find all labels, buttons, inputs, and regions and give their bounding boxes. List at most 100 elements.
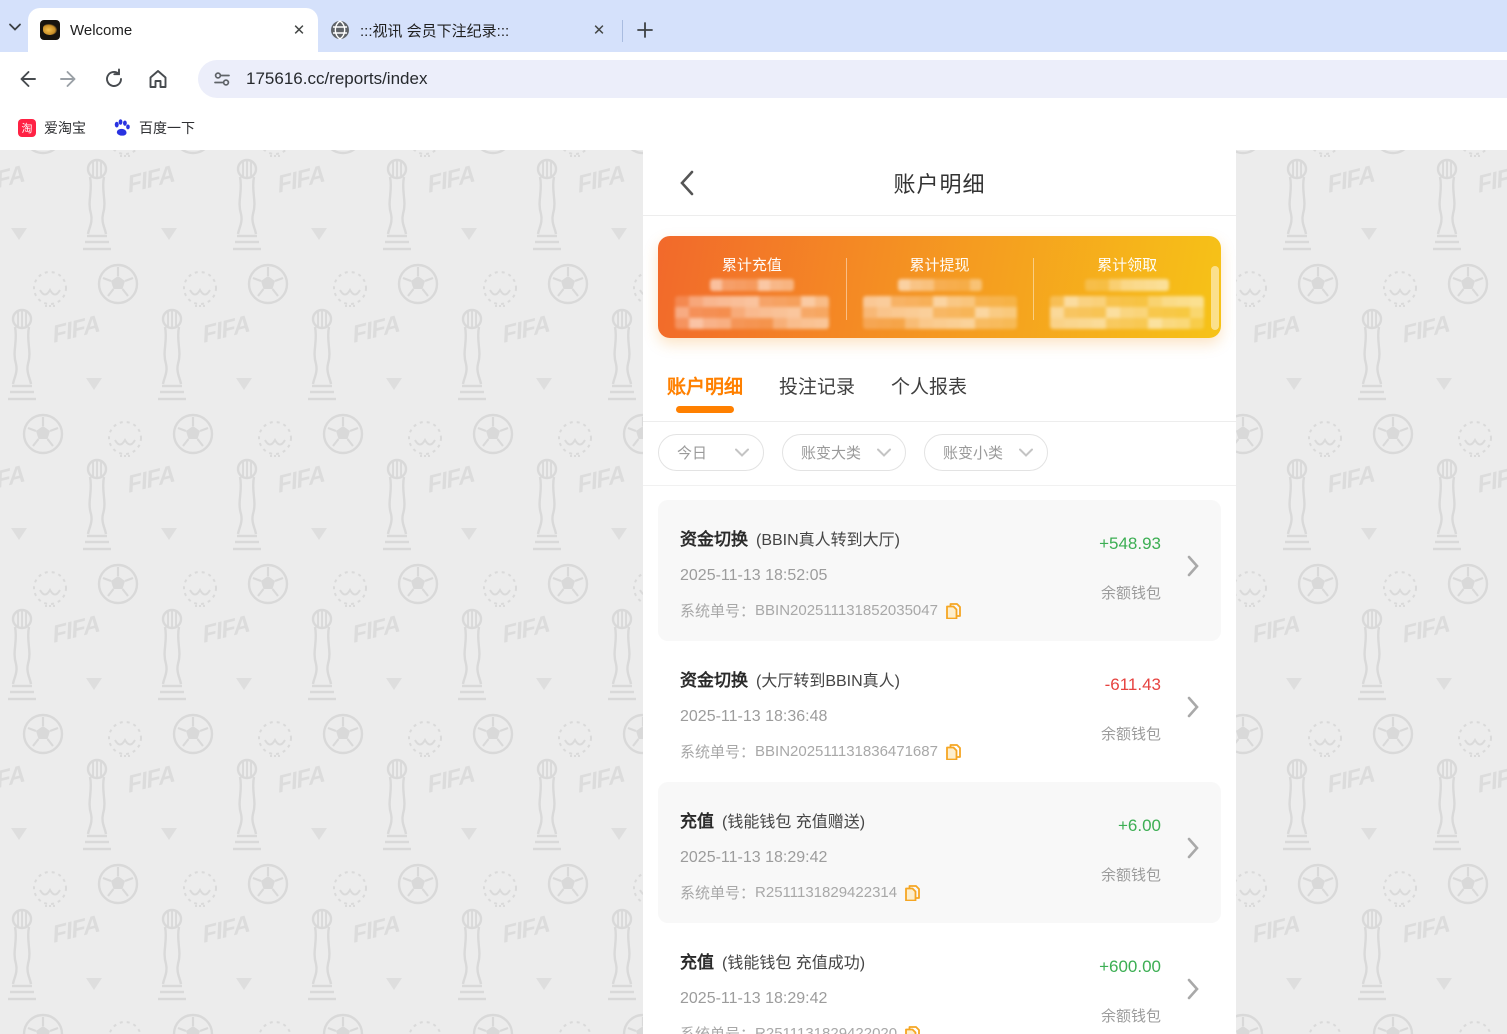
soccer-ball-icon bbox=[1447, 863, 1489, 905]
triangle-icon bbox=[1361, 828, 1377, 840]
chevron-right-icon[interactable] bbox=[1187, 978, 1199, 1000]
order-label: 系统单号： bbox=[680, 885, 756, 902]
tab-label: 个人报表 bbox=[891, 377, 968, 398]
background-pattern-tile: FIFA bbox=[0, 260, 150, 410]
transaction-amount: +6.00 bbox=[1117, 816, 1161, 835]
background-pattern-tile: FIFA bbox=[225, 1010, 375, 1034]
triangle-icon bbox=[461, 828, 477, 840]
stat-total-claimed: 累计领取 bbox=[1033, 254, 1221, 338]
censored-value bbox=[1085, 279, 1170, 291]
trophy-icon bbox=[1502, 606, 1507, 706]
soccer-ball-icon bbox=[472, 413, 514, 455]
club-world-cup-badge-icon bbox=[408, 1021, 442, 1034]
transaction-order-line: 系统单号： R2511131829422314 bbox=[680, 882, 1199, 903]
fifa-watermark: FIFA bbox=[1250, 610, 1302, 649]
copy-icon[interactable] bbox=[946, 602, 961, 619]
soccer-ball-icon bbox=[397, 263, 439, 305]
soccer-ball-icon bbox=[22, 413, 64, 455]
url-bar[interactable]: 175616.cc/reports/index bbox=[198, 59, 1507, 98]
transaction-row[interactable]: 充值 (钱能钱包 充值成功) 2025-11-13 18:29:42 系统单号：… bbox=[658, 923, 1221, 1034]
trophy-icon bbox=[1358, 908, 1386, 1001]
home-button[interactable] bbox=[140, 61, 176, 97]
bookmark-aitaobao[interactable]: 淘 爱淘宝 bbox=[10, 114, 94, 142]
bookmark-baidu[interactable]: 百度一下 bbox=[104, 114, 203, 142]
club-world-cup-badge-icon bbox=[258, 1021, 292, 1034]
back-button[interactable] bbox=[8, 61, 44, 97]
triangle-icon bbox=[461, 528, 477, 540]
tab-label: 账户明细 bbox=[667, 377, 744, 398]
transaction-row[interactable]: 资金切换 (BBIN真人转到大厅) 2025-11-13 18:52:05 系统… bbox=[658, 500, 1221, 641]
background-pattern-tile: FIFA bbox=[75, 710, 225, 860]
transaction-subtype: (钱能钱包 充值赠送) bbox=[722, 814, 866, 831]
url-text[interactable]: 175616.cc/reports/index bbox=[246, 69, 427, 89]
trophy-icon bbox=[383, 758, 411, 851]
chevron-right-icon[interactable] bbox=[1187, 696, 1199, 718]
fifa-watermark: FIFA bbox=[275, 160, 327, 199]
triangle-icon bbox=[536, 378, 552, 390]
background-pattern-tile: FIFA bbox=[375, 1010, 525, 1034]
tab-account-detail[interactable]: 账户明细 bbox=[667, 372, 743, 421]
tab-search-chevron-icon[interactable] bbox=[2, 14, 28, 40]
fifa-watermark: FIFA bbox=[1325, 760, 1377, 799]
transaction-right: +548.93 余额钱包 bbox=[1099, 534, 1161, 603]
fifa-watermark: FIFA bbox=[1475, 760, 1507, 799]
soccer-ball-icon bbox=[247, 263, 289, 305]
club-world-cup-badge-icon bbox=[1308, 1021, 1342, 1034]
fifa-watermark: FIFA bbox=[0, 760, 27, 799]
filter-major-category[interactable]: 账变大类 bbox=[782, 434, 907, 471]
tab-betting-history[interactable]: 投注记录 bbox=[779, 372, 855, 421]
soccer-ball-icon bbox=[1297, 563, 1339, 605]
club-world-cup-badge-icon bbox=[1458, 1021, 1492, 1034]
back-chevron-icon[interactable] bbox=[671, 150, 703, 215]
copy-icon[interactable] bbox=[905, 884, 921, 901]
bookmark-label: 爱淘宝 bbox=[44, 119, 86, 136]
soccer-ball-icon bbox=[1297, 863, 1339, 905]
tab-personal-report[interactable]: 个人报表 bbox=[891, 372, 967, 421]
triangle-icon bbox=[536, 678, 552, 690]
trophy-icon bbox=[233, 158, 261, 251]
close-icon[interactable]: ✕ bbox=[590, 21, 608, 39]
filter-date[interactable]: 今日 bbox=[658, 434, 765, 471]
transaction-row[interactable]: 资金切换 (大厅转到BBIN真人) 2025-11-13 18:36:48 系统… bbox=[658, 641, 1221, 782]
background-pattern-tile: FIFA bbox=[0, 1010, 75, 1034]
site-settings-tune-icon[interactable] bbox=[212, 69, 232, 89]
triangle-icon bbox=[1436, 978, 1452, 990]
trophy-icon bbox=[608, 308, 636, 401]
filter-minor-category[interactable]: 账变小类 bbox=[924, 434, 1049, 471]
chevron-right-icon[interactable] bbox=[1187, 837, 1199, 859]
copy-icon[interactable] bbox=[905, 1025, 921, 1034]
trophy-icon bbox=[8, 908, 36, 1001]
soccer-ball-icon bbox=[1380, 150, 1406, 155]
fifa-watermark: FIFA bbox=[125, 160, 177, 199]
transaction-row[interactable]: 充值 (钱能钱包 充值赠送) 2025-11-13 18:29:42 系统单号：… bbox=[658, 782, 1221, 923]
transaction-subtype: (BBIN真人转到大厅) bbox=[756, 532, 901, 549]
triangle-icon bbox=[236, 378, 252, 390]
transaction-amount: -611.43 bbox=[1104, 675, 1161, 694]
background-pattern-tile: FIFA bbox=[0, 710, 75, 860]
triangle-icon bbox=[11, 528, 27, 540]
soccer-ball-icon bbox=[472, 1013, 514, 1034]
fifa-watermark: FIFA bbox=[0, 460, 27, 499]
card-overflow-hint bbox=[1211, 266, 1219, 330]
copy-icon[interactable] bbox=[946, 743, 961, 760]
bookmarks-bar: 淘 爱淘宝 百度一下 bbox=[0, 105, 1507, 150]
close-icon[interactable]: ✕ bbox=[290, 21, 308, 39]
trophy-icon bbox=[308, 608, 336, 701]
trophy-icon bbox=[1283, 158, 1311, 251]
trophy-icon bbox=[1283, 458, 1311, 551]
tab-betting-records[interactable]: :::视讯 会员下注纪录::: ✕ bbox=[318, 8, 618, 52]
account-detail-panel: 账户明细 累计充值 累计提现 累计领取 账户明细 投注记录 个人报表 今日 账变… bbox=[643, 150, 1236, 1034]
background-pattern-tile: FIFA bbox=[1350, 260, 1500, 410]
forward-button[interactable] bbox=[52, 61, 88, 97]
fifa-watermark: FIFA bbox=[1400, 610, 1452, 649]
tab-separator bbox=[622, 20, 623, 42]
tab-strip: Welcome ✕ :::视讯 会员下注纪录::: ✕ bbox=[0, 0, 1507, 52]
background-pattern-tile: FIFA bbox=[1500, 860, 1507, 1010]
triangle-icon bbox=[86, 978, 102, 990]
soccer-ball-icon bbox=[547, 563, 589, 605]
soccer-ball-icon bbox=[472, 713, 514, 755]
tab-welcome[interactable]: Welcome ✕ bbox=[28, 8, 318, 52]
reload-button[interactable] bbox=[96, 61, 132, 97]
chevron-right-icon[interactable] bbox=[1187, 555, 1199, 577]
new-tab-button[interactable] bbox=[631, 16, 659, 44]
